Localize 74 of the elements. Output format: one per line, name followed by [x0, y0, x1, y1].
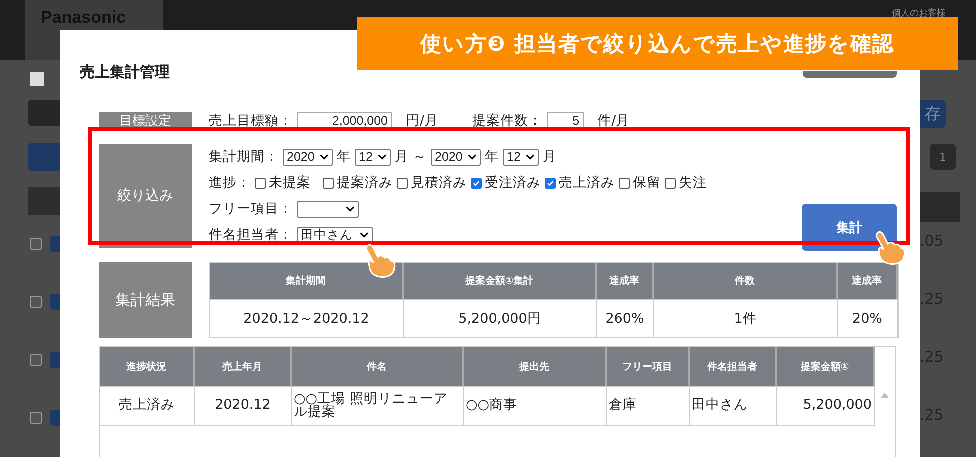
column-header: 提出先 — [464, 347, 607, 386]
table-cell: 2020.12～2020.12 — [210, 299, 404, 337]
owner-select[interactable]: 田中さん — [297, 226, 373, 244]
checkbox[interactable] — [619, 178, 630, 188]
checkbox[interactable] — [255, 178, 266, 188]
chevron-down-icon — [468, 154, 477, 160]
unit-label: 月 — [395, 148, 409, 166]
table-cell: 5,200,000円 — [404, 299, 597, 337]
checkbox-label: 提案済み — [337, 174, 393, 192]
column-header: 提案金額①集計 — [404, 263, 597, 299]
chevron-down-icon — [360, 232, 369, 238]
table-cell: 5,200,000 — [777, 386, 875, 426]
section-label: 集計結果 — [99, 262, 192, 338]
column-header: 件名担当者 — [690, 347, 777, 386]
table-cell: ○○商事 — [464, 386, 607, 426]
chevron-down-icon — [346, 206, 355, 212]
unit-label: 月 — [543, 148, 557, 166]
modal-title: 売上集計管理 — [80, 62, 170, 82]
checkbox[interactable] — [30, 412, 42, 424]
table-cell: 2020.12 — [195, 386, 292, 426]
table-cell: 260% — [597, 299, 654, 337]
chevron-down-icon — [526, 154, 535, 160]
checkbox-label: 見積済み — [411, 174, 467, 192]
field-label: 集計期間： — [209, 148, 279, 166]
column-header: 売上年月 — [195, 347, 292, 386]
unit-label: 年 — [337, 148, 351, 166]
checkbox[interactable] — [323, 178, 334, 188]
field-label: フリー項目： — [209, 200, 293, 218]
column-header: 件数 — [654, 263, 838, 299]
table-cell: 田中さん — [690, 386, 777, 426]
free-item-select[interactable] — [297, 200, 359, 218]
table-cell: 20% — [838, 299, 898, 337]
column-header: 提案金額① — [777, 347, 875, 386]
checkbox-label: 保留 — [633, 174, 661, 192]
column-header: 件名 — [292, 347, 464, 386]
unit-label: 円/月 — [406, 112, 439, 130]
checkbox-label: 未提案 — [269, 174, 311, 192]
table-cell: ○○工場 照明リニューアル提案 — [292, 386, 464, 426]
banner-text: 使い方❸ 担当者で絞り込んで売上や進捗を確認 — [420, 30, 895, 58]
year-select[interactable]: 2020 — [431, 148, 481, 166]
checkbox[interactable] — [665, 178, 676, 188]
checkbox[interactable] — [30, 296, 42, 308]
column-header: 集計期間 — [210, 263, 404, 299]
section-label: 絞り込み — [99, 144, 192, 248]
checkbox[interactable] — [545, 178, 556, 188]
header-link[interactable]: 個人のお客様 — [892, 7, 946, 20]
table-cell: 1件 — [654, 299, 838, 337]
checkbox[interactable] — [30, 354, 42, 366]
checkbox[interactable] — [30, 238, 42, 250]
checkbox-label: 失注 — [679, 174, 707, 192]
unit-label: 件/月 — [598, 112, 630, 130]
checkbox[interactable] — [471, 178, 482, 188]
field-label: 提案件数： — [472, 112, 543, 130]
checkbox[interactable] — [397, 178, 408, 188]
range-separator: ～ — [413, 148, 427, 166]
month-select[interactable]: 12 — [355, 148, 391, 166]
column-header: フリー項目 — [607, 347, 690, 386]
month-select[interactable]: 12 — [503, 148, 539, 166]
table-cell: 売上済み — [100, 386, 195, 426]
checkbox-label: 受注済み — [485, 174, 541, 192]
unit-label: 年 — [485, 148, 499, 166]
table-header — [920, 192, 960, 222]
column-header: 達成率 — [838, 263, 898, 299]
column-header: 達成率 — [597, 263, 654, 299]
field-label: 進捗： — [209, 174, 251, 192]
chevron-down-icon — [320, 154, 329, 160]
table-cell: 倉庫 — [607, 386, 690, 426]
field-label: 売上目標額： — [209, 112, 293, 130]
field-label: 件名担当者： — [209, 226, 293, 244]
checkbox-label: 売上済み — [559, 174, 615, 192]
year-select[interactable]: 2020 — [283, 148, 333, 166]
page-button[interactable]: 1 — [930, 144, 956, 170]
chevron-down-icon — [378, 154, 387, 160]
column-header: 進捗状況 — [100, 347, 195, 386]
